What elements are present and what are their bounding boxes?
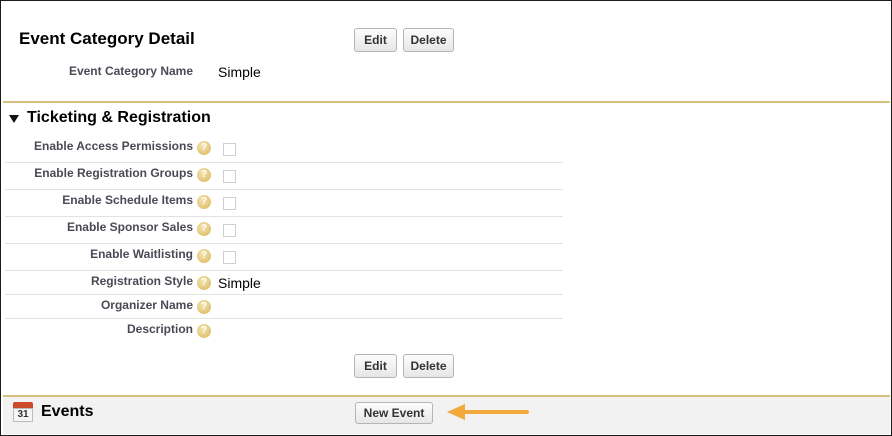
checkbox-registration-groups[interactable] xyxy=(223,170,236,183)
edit-button-top[interactable]: Edit xyxy=(354,28,397,52)
field-label-registration-groups: Enable Registration Groups xyxy=(34,166,193,180)
checkbox-sponsor-sales[interactable] xyxy=(223,224,236,237)
row-divider xyxy=(5,216,563,217)
collapse-triangle-icon[interactable] xyxy=(9,115,19,123)
help-icon[interactable]: ? xyxy=(197,195,211,209)
row-divider xyxy=(5,318,563,319)
annotation-arrow-icon xyxy=(463,410,529,414)
page-title: Event Category Detail xyxy=(19,29,195,48)
delete-button-top[interactable]: Delete xyxy=(403,28,454,52)
row-divider xyxy=(5,294,563,295)
field-label-organizer-name: Organizer Name xyxy=(100,298,193,312)
field-label-waitlisting: Enable Waitlisting xyxy=(90,247,193,261)
row-divider xyxy=(5,162,563,163)
ticketing-section-title: Ticketing & Registration xyxy=(27,109,211,126)
field-label-access-permissions: Enable Access Permissions xyxy=(34,139,193,153)
help-icon[interactable]: ? xyxy=(197,324,211,338)
help-icon[interactable]: ? xyxy=(197,249,211,263)
events-title: Events xyxy=(41,403,94,420)
calendar-icon: 31 xyxy=(13,402,33,422)
new-event-button[interactable]: New Event xyxy=(355,402,433,424)
row-divider xyxy=(5,270,563,271)
row-divider xyxy=(5,243,563,244)
edit-button-bottom[interactable]: Edit xyxy=(354,354,397,378)
checkbox-waitlisting[interactable] xyxy=(223,251,236,264)
help-icon[interactable]: ? xyxy=(197,168,211,182)
field-label-schedule-items: Enable Schedule Items xyxy=(62,193,193,207)
section-divider xyxy=(3,101,890,103)
checkbox-access-permissions[interactable] xyxy=(223,143,236,156)
row-divider xyxy=(5,189,563,190)
event-category-name-value: Simple xyxy=(218,64,261,80)
field-label-description: Description xyxy=(126,322,193,336)
checkbox-schedule-items[interactable] xyxy=(223,197,236,210)
registration-style-value: Simple xyxy=(218,275,261,291)
help-icon[interactable]: ? xyxy=(197,300,211,314)
help-icon[interactable]: ? xyxy=(197,222,211,236)
field-label-sponsor-sales: Enable Sponsor Sales xyxy=(66,220,193,234)
arrow-head-icon xyxy=(447,404,465,420)
event-category-page: Event Category Detail Edit Delete Event … xyxy=(0,0,892,436)
help-icon[interactable]: ? xyxy=(197,141,211,155)
field-label-registration-style: Registration Style xyxy=(90,274,193,288)
event-category-name-label: Event Category Name xyxy=(68,64,193,78)
delete-button-bottom[interactable]: Delete xyxy=(403,354,454,378)
help-icon[interactable]: ? xyxy=(197,276,211,290)
